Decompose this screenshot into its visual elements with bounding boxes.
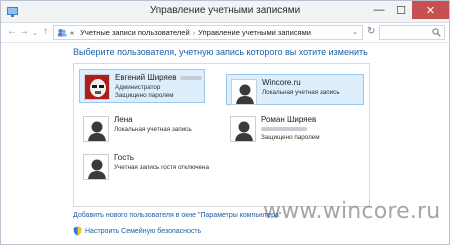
recent-locations-icon[interactable]: ⌄ (32, 29, 38, 37)
breadcrumb-item-manage[interactable]: Управление учетными записями (198, 28, 311, 37)
maximize-button[interactable]: ☐ (390, 1, 412, 19)
default-user-avatar-icon (231, 79, 257, 105)
user-password-status: Защищено паролем (115, 92, 174, 99)
page-heading: Выберите пользователя, учетную запись ко… (73, 47, 368, 57)
search-icon (432, 28, 441, 37)
user-tile-wincore[interactable]: Wincore.ru Локальная учетная запись (226, 74, 364, 105)
user-name: Евгений Ширяев (115, 73, 177, 82)
user-name: Роман Ширяев (261, 115, 317, 124)
address-bar[interactable]: « Учетные записи пользователей › Управле… (53, 25, 363, 40)
user-name: Wincore.ru (262, 78, 301, 87)
user-account-type: Локальная учетная запись (262, 89, 340, 96)
address-dropdown-icon[interactable]: ⌄ (352, 28, 358, 36)
user-account-type: Локальная учетная запись (114, 126, 192, 133)
add-user-link[interactable]: Добавить нового пользователя в окне "Пар… (73, 212, 281, 219)
default-user-avatar-icon (83, 116, 109, 142)
breadcrumb-item-accounts[interactable]: Учетные записи пользователей (80, 28, 190, 37)
title-bar[interactable]: Управление учетными записями — ☐ ✕ (1, 1, 449, 23)
close-button[interactable]: ✕ (412, 1, 449, 19)
user-password-status: Защищено паролем (261, 134, 320, 141)
users-folder-icon (58, 29, 67, 37)
user-tile-roman[interactable]: Роман Ширяев Защищено паролем (226, 112, 364, 146)
family-safety-link[interactable]: Настроить Семейную безопасность (73, 226, 201, 236)
breadcrumb-separator: › (192, 28, 196, 37)
user-account-status: Учетная запись гостя отключена (114, 164, 210, 171)
user-tile-guest[interactable]: Гость Учетная запись гостя отключена (79, 150, 219, 184)
redacted-email (261, 127, 307, 131)
user-role: Администратор (115, 84, 161, 91)
forward-arrow-icon[interactable]: → (19, 26, 29, 37)
user-list-panel: Евгений Ширяев Администратор Защищено па… (73, 63, 370, 207)
user-tile-lena[interactable]: Лена Локальная учетная запись (79, 112, 205, 146)
user-tile-evgeny[interactable]: Евгений Ширяев Администратор Защищено па… (79, 69, 205, 103)
refresh-icon[interactable]: ↻ (367, 26, 375, 37)
family-safety-label: Настроить Семейную безопасность (85, 227, 202, 235)
user-name: Лена (114, 115, 133, 124)
user-name: Гость (114, 153, 135, 162)
up-arrow-icon[interactable]: ↑ (43, 26, 48, 37)
app-window: Управление учетными записями — ☐ ✕ ← → ⌄… (0, 0, 450, 245)
default-user-avatar-icon (230, 116, 256, 142)
shield-icon (73, 226, 82, 236)
default-user-avatar-icon (83, 154, 109, 180)
minimize-button[interactable]: — (368, 1, 390, 19)
navigation-bar: ← → ⌄ ↑ « Учетные записи пользователей ›… (1, 23, 449, 43)
stormtrooper-avatar-icon (84, 74, 110, 100)
breadcrumb-overflow[interactable]: « (70, 28, 74, 37)
watermark: www.wincore.ru (263, 199, 441, 224)
search-input[interactable] (379, 25, 445, 40)
redacted-email (180, 76, 202, 80)
back-arrow-icon[interactable]: ← (7, 26, 17, 37)
